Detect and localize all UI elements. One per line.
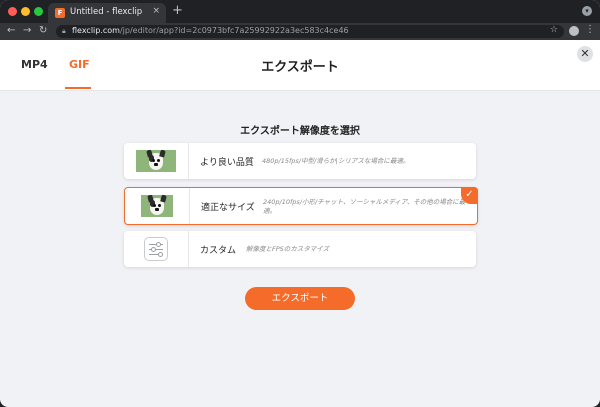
tab-search-icon[interactable]: ▾ (582, 6, 592, 16)
forward-icon[interactable]: → (23, 24, 31, 38)
dog-thumbnail-image (136, 149, 176, 172)
option-label: 適正なサイズ (201, 203, 255, 213)
flexclip-favicon-icon: F (55, 8, 65, 18)
selected-check-icon: ✓ (461, 187, 478, 204)
dog-thumbnail-image (141, 194, 173, 217)
option-custom[interactable]: カスタム 解像度とFPSのカスタマイズ (124, 231, 476, 267)
section-title: エクスポート解像度を選択 (240, 126, 360, 137)
option-thumbnail (124, 143, 189, 179)
export-button[interactable]: エクスポート (245, 287, 355, 310)
option-description: 240p/10fps/小形/チャット、ソーシャルメディア、その他の場合に最適。 (263, 198, 466, 215)
tab-title: Untitled - flexclip (70, 7, 143, 17)
minimize-window-button[interactable] (21, 7, 30, 16)
option-thumbnail (124, 231, 189, 267)
new-tab-button[interactable]: + (172, 3, 183, 19)
maximize-window-button[interactable] (34, 7, 43, 16)
sliders-icon (144, 237, 168, 261)
active-tab-indicator (65, 87, 91, 89)
close-button[interactable]: ✕ (577, 46, 593, 62)
back-icon[interactable]: ← (7, 24, 15, 38)
page-title: エクスポート (261, 60, 339, 75)
url-path: /jp/editor/app?id=2c0973bfc7a25992922a3e… (119, 26, 349, 35)
reload-icon[interactable]: ↻ (39, 24, 47, 38)
title-bar: F Untitled - flexclip × + ▾ (0, 0, 600, 23)
star-icon[interactable]: ☆ (550, 25, 558, 35)
export-header: MP4 GIF エクスポート (0, 40, 600, 91)
option-description: 解像度とFPSのカスタマイズ (246, 245, 330, 253)
option-label: より良い品質 (200, 158, 254, 168)
address-bar[interactable]: 🔒︎ flexclip.com/jp/editor/app?id=2c0973b… (56, 25, 564, 38)
url-domain: flexclip.com (72, 26, 120, 35)
browser-window: F Untitled - flexclip × + ▾ ← → ↻ 🔒︎ fle… (0, 0, 600, 407)
browser-tab[interactable]: F Untitled - flexclip × (48, 3, 166, 23)
option-thumbnail (125, 188, 190, 224)
option-proper-size[interactable]: 適正なサイズ 240p/10fps/小形/チャット、ソーシャルメディア、その他の… (124, 187, 478, 225)
address-toolbar: ← → ↻ 🔒︎ flexclip.com/jp/editor/app?id=2… (0, 23, 600, 40)
tab-close-icon[interactable]: × (152, 6, 160, 16)
option-label: カスタム (200, 246, 237, 256)
lock-icon: 🔒︎ (62, 27, 66, 35)
option-better-quality[interactable]: より良い品質 480p/15fps/中型/滑らか|シリアスな場合に最適。 (124, 143, 476, 179)
profile-icon[interactable] (569, 26, 579, 36)
option-description: 480p/15fps/中型/滑らか|シリアスな場合に最適。 (262, 157, 410, 165)
menu-icon[interactable]: ⋮ (585, 24, 595, 35)
close-window-button[interactable] (8, 7, 17, 16)
url-text: flexclip.com/jp/editor/app?id=2c0973bfc7… (72, 26, 349, 35)
